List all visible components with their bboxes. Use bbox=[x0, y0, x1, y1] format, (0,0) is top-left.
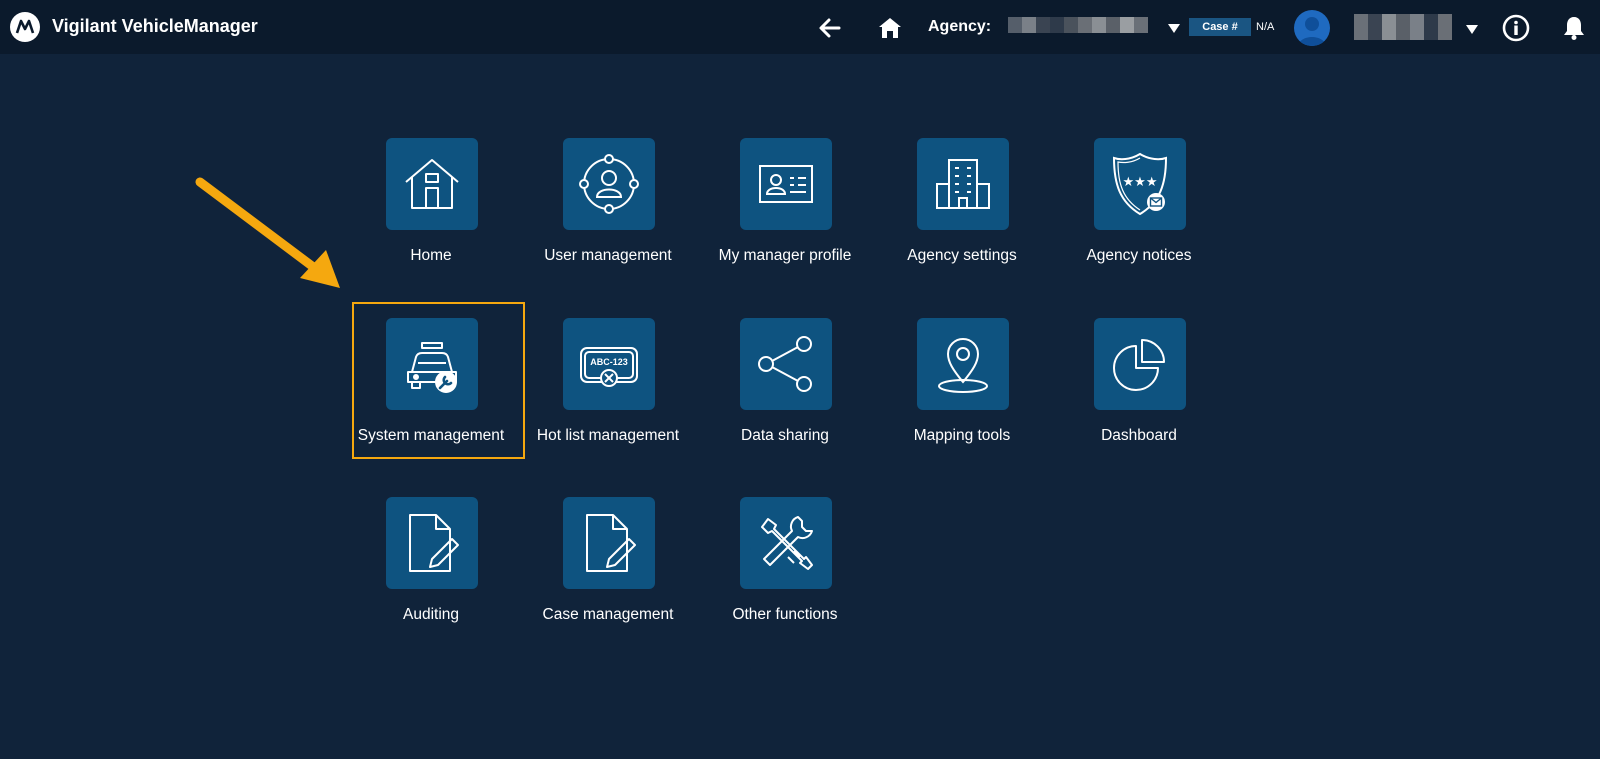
info-icon[interactable] bbox=[1502, 14, 1530, 42]
tile-label: Other functions bbox=[732, 606, 838, 623]
tile-agency-notices[interactable]: ★★★ Agency notices bbox=[1051, 138, 1227, 288]
tile-agency-settings[interactable]: Agency settings bbox=[874, 138, 1050, 288]
tile-auditing[interactable]: Auditing bbox=[343, 497, 519, 647]
top-bar: Vigilant VehicleManager Agency: Case # N… bbox=[0, 0, 1600, 54]
document-edit-icon bbox=[386, 497, 478, 589]
users-network-icon bbox=[563, 138, 655, 230]
case-value: N/A bbox=[1256, 21, 1275, 33]
home-icon[interactable] bbox=[877, 15, 903, 41]
tile-mapping-tools[interactable]: Mapping tools bbox=[874, 318, 1050, 468]
annotation-arrow bbox=[195, 177, 340, 288]
svg-text:★★★: ★★★ bbox=[1123, 175, 1158, 190]
map-pin-icon bbox=[917, 318, 1009, 410]
avatar[interactable] bbox=[1294, 10, 1330, 46]
house-icon bbox=[386, 138, 478, 230]
license-plate-icon: ABC-123 bbox=[563, 318, 655, 410]
tile-label: Dashboard bbox=[1101, 427, 1177, 444]
tile-case-management[interactable]: Case management bbox=[520, 497, 696, 647]
tile-system-management[interactable]: System management bbox=[343, 318, 519, 468]
tools-icon bbox=[740, 497, 832, 589]
shield-notice-icon: ★★★ bbox=[1094, 138, 1186, 230]
id-card-icon bbox=[740, 138, 832, 230]
case-label: Case # bbox=[1189, 18, 1251, 36]
tile-user-management[interactable]: User management bbox=[520, 138, 696, 288]
building-icon bbox=[917, 138, 1009, 230]
agency-label: Agency: bbox=[928, 18, 992, 35]
back-arrow-icon[interactable] bbox=[817, 15, 843, 41]
share-icon bbox=[740, 318, 832, 410]
motorola-logo[interactable] bbox=[10, 12, 40, 42]
document-edit-icon bbox=[563, 497, 655, 589]
tile-other-functions[interactable]: Other functions bbox=[697, 497, 873, 647]
tile-my-manager-profile[interactable]: My manager profile bbox=[697, 138, 873, 288]
chevron-down-icon[interactable] bbox=[1466, 25, 1478, 34]
pie-chart-icon bbox=[1094, 318, 1186, 410]
tile-dashboard[interactable]: Dashboard bbox=[1051, 318, 1227, 468]
agency-select[interactable] bbox=[1008, 15, 1182, 39]
chevron-down-icon[interactable] bbox=[1168, 24, 1180, 33]
tile-home[interactable]: Home bbox=[343, 138, 519, 288]
user-menu[interactable] bbox=[1340, 12, 1478, 42]
user-name-redacted bbox=[1340, 14, 1452, 40]
agency-name-redacted bbox=[1008, 17, 1148, 33]
plate-text: ABC-123 bbox=[590, 357, 628, 367]
tile-label: Agency notices bbox=[1086, 247, 1192, 264]
police-car-wrench-icon bbox=[386, 318, 478, 410]
tile-hot-list-management[interactable]: ABC-123 Hot list management bbox=[520, 318, 696, 468]
app-title: Vigilant VehicleManager bbox=[52, 16, 258, 36]
bell-icon[interactable] bbox=[1561, 15, 1587, 41]
tile-data-sharing[interactable]: Data sharing bbox=[697, 318, 873, 468]
